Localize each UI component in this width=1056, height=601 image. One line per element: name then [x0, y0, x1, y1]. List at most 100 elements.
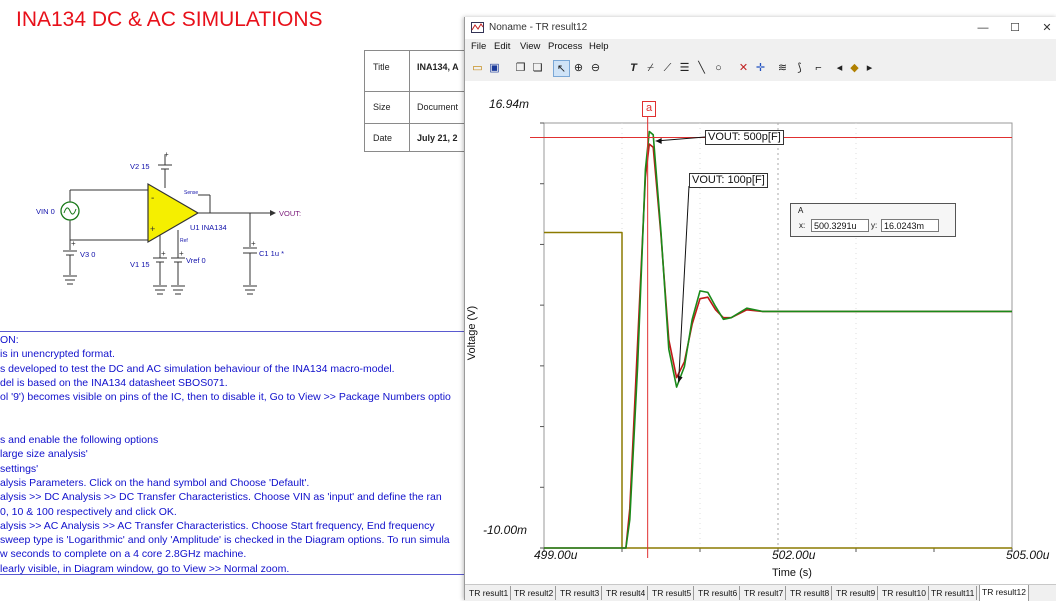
text-tool-icon[interactable]: T: [625, 60, 642, 77]
tab-tr-result3[interactable]: TR result3: [558, 586, 602, 600]
menu-view[interactable]: View: [520, 41, 540, 52]
toolbar: ▭ ▣ ❐ ❏ ↖ ⊕ ⊖ T ⌿ ⟋ ☰ ╲ ○ ✕ ✛ ≋ ⟆ ⌐ ◂ ◆ …: [465, 57, 1056, 81]
polarity-plus: +: [179, 249, 184, 258]
step-right-icon[interactable]: ▸: [861, 60, 878, 77]
window-title: Noname - TR result12: [489, 22, 587, 33]
description-line: settings': [0, 462, 451, 476]
menu-edit[interactable]: Edit: [494, 41, 510, 52]
polarity-plus: +: [71, 239, 76, 248]
description-line: is in unencrypted format.: [0, 347, 451, 361]
y-tick-label: -10.00m: [483, 523, 527, 537]
tab-tr-result8[interactable]: TR result8: [788, 586, 832, 600]
paste-icon[interactable]: ❏: [529, 60, 546, 77]
x-tick-label: 502.00u: [772, 548, 815, 562]
marker-tool-icon[interactable]: ⌿: [642, 60, 659, 77]
description-line: sweep type is 'Logarithmic' and only 'Am…: [0, 533, 451, 547]
trace-icon[interactable]: ≋: [774, 60, 791, 77]
ground-symbol: [63, 276, 77, 284]
menu-bar: File Edit View Process Help: [465, 39, 1056, 55]
plot-area[interactable]: 16.94m -10.00m 499.00u 502.00u 505.00u T…: [465, 81, 1056, 584]
annotation-vout-100p[interactable]: VOUT: 100p[F]: [689, 173, 768, 188]
circuit-schematic[interactable]: V2 15 VIN 0 V3 0 V1 15 Vref 0 U1 INA134 …: [30, 150, 330, 300]
probe-icon[interactable]: ⟆: [791, 60, 808, 77]
maximize-button[interactable]: ☐: [999, 17, 1031, 39]
tab-tr-result1[interactable]: TR result1: [467, 586, 511, 600]
v3-label: V3 0: [80, 250, 95, 259]
description-line: alysis Parameters. Click on the hand sym…: [0, 476, 451, 490]
save-icon[interactable]: ▣: [486, 60, 503, 77]
minimize-button[interactable]: —: [967, 17, 999, 39]
output-arrow-icon: [270, 210, 276, 216]
edge-icon[interactable]: ⌐: [810, 60, 827, 77]
transient-chart[interactable]: [465, 81, 1056, 584]
size-key: Size: [373, 102, 391, 112]
zoom-out-icon[interactable]: ⊖: [587, 60, 604, 77]
ground-symbol: [171, 286, 185, 294]
ref-pin-label: Ref: [180, 238, 188, 244]
description-line: alysis >> AC Analysis >> AC Transfer Cha…: [0, 519, 451, 533]
cursor-readout-panel[interactable]: A x: 500.3291u y: 16.0243m: [790, 203, 956, 237]
sense-pin-label: Sense: [184, 190, 198, 196]
size-value: Document: [417, 102, 458, 112]
menu-file[interactable]: File: [471, 41, 486, 52]
tab-tr-result7[interactable]: TR result7: [742, 586, 786, 600]
u1-label: U1 INA134: [190, 223, 227, 232]
x-tick-label: 505.00u: [1006, 548, 1049, 562]
tab-tr-result6[interactable]: TR result6: [696, 586, 740, 600]
cursor-y-field[interactable]: 16.0243m: [881, 219, 939, 232]
copy-icon[interactable]: ❐: [512, 60, 529, 77]
annotation-vout-500p[interactable]: VOUT: 500p[F]: [705, 130, 784, 145]
tab-tr-result9[interactable]: TR result9: [834, 586, 878, 600]
tab-tr-result5[interactable]: TR result5: [650, 586, 694, 600]
cursor-x-label: x:: [799, 221, 805, 230]
tab-tr-result11[interactable]: TR result11: [929, 586, 977, 600]
tab-tr-result12[interactable]: TR result12: [979, 585, 1029, 601]
cursor-x-field[interactable]: 500.3291u: [811, 219, 869, 232]
pointer-icon[interactable]: ↖: [553, 60, 570, 77]
v1-label: V1 15: [130, 260, 150, 269]
c1-label: C1 1u *: [259, 249, 284, 258]
page-title: INA134 DC & AC SIMULATIONS: [16, 8, 323, 32]
comment-tool-icon[interactable]: ☰: [676, 60, 693, 77]
title-block-row: [365, 123, 475, 124]
menu-help[interactable]: Help: [589, 41, 609, 52]
x-tick-label: 499.00u: [534, 548, 577, 562]
description-line: s developed to test the DC and AC simula…: [0, 362, 451, 376]
annotation-arrowhead: [656, 138, 662, 144]
tab-tr-result10[interactable]: TR result10: [880, 586, 929, 600]
cursor-panel-header: A: [798, 206, 803, 215]
date-value: July 21, 2: [417, 133, 458, 143]
description-line: del is based on the INA134 datasheet SBO…: [0, 376, 451, 390]
window-titlebar[interactable]: Noname - TR result12 — ☐ ✕: [465, 17, 1056, 39]
section-divider: [0, 331, 464, 332]
v2-label: V2 15: [130, 162, 150, 171]
tab-tr-result2[interactable]: TR result2: [512, 586, 556, 600]
app-icon: [471, 22, 484, 33]
line-tool-icon[interactable]: ╲: [693, 60, 710, 77]
open-icon[interactable]: ▭: [469, 60, 486, 77]
x-axis-title: Time (s): [772, 567, 812, 579]
cursor-y-label: y:: [871, 221, 877, 230]
opamp-minus-pin: -: [151, 193, 154, 204]
description-line: 0, 10 & 100 respectively and click OK.: [0, 505, 451, 519]
diagram-window[interactable]: Noname - TR result12 — ☐ ✕ File Edit Vie…: [464, 17, 1056, 600]
polarity-plus: +: [251, 239, 256, 248]
result-tabs: TR result1TR result2TR result3TR result4…: [465, 584, 1056, 601]
description-line: ol '9') becomes visible on pins of the I…: [0, 390, 451, 404]
vin-label: VIN 0: [36, 207, 55, 216]
cursor-marker[interactable]: a: [642, 101, 656, 117]
title-block: Title INA134, A Size Document Date July …: [364, 50, 476, 152]
polarity-plus: +: [164, 150, 169, 159]
circle-tool-icon[interactable]: ○: [710, 60, 727, 77]
description-line: ON:: [0, 333, 451, 347]
polarity-plus: +: [161, 249, 166, 258]
close-button[interactable]: ✕: [1031, 17, 1056, 39]
description-line: w seconds to complete on a 4 core 2.8GHz…: [0, 547, 451, 561]
menu-process[interactable]: Process: [548, 41, 582, 52]
cursor-a-icon[interactable]: ✕: [735, 60, 752, 77]
vout-label: VOUT:: [279, 209, 301, 218]
cursor-b-icon[interactable]: ✛: [752, 60, 769, 77]
zoom-in-icon[interactable]: ⊕: [570, 60, 587, 77]
label-tool-icon[interactable]: ⟋: [659, 60, 676, 77]
tab-tr-result4[interactable]: TR result4: [604, 586, 648, 600]
